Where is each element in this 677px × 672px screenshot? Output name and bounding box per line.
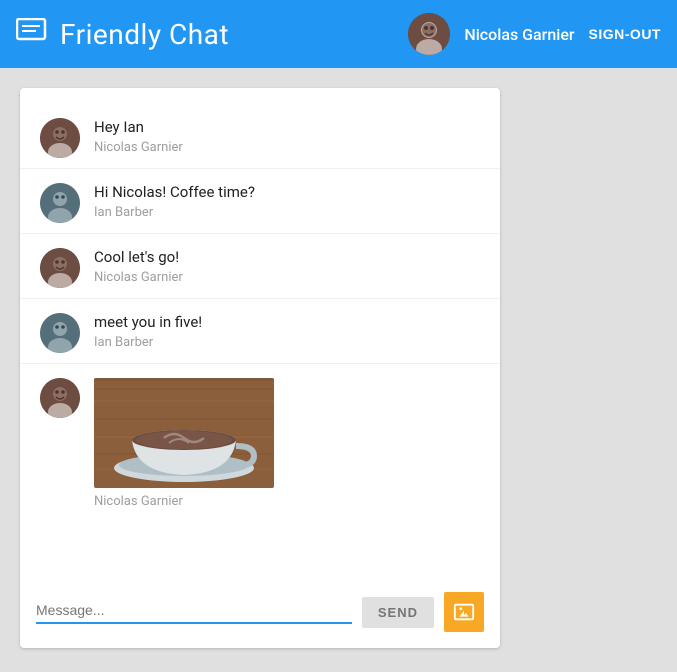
message-sender: Ian Barber (94, 335, 480, 350)
message-content: meet you in five! Ian Barber (94, 313, 480, 350)
message-item: meet you in five! Ian Barber (20, 299, 500, 364)
message-sender: Nicolas Garnier (94, 494, 480, 509)
message-content: Hey Ian Nicolas Garnier (94, 118, 480, 155)
message-input[interactable] (36, 600, 352, 624)
message-item: Cool let's go! Nicolas Garnier (20, 234, 500, 299)
message-avatar (40, 313, 80, 353)
user-name: Nicolas Garnier (464, 25, 574, 44)
app-title: Friendly Chat (60, 18, 229, 51)
sign-out-button[interactable]: SIGN-OUT (589, 26, 661, 42)
message-item: Hi Nicolas! Coffee time? Ian Barber (20, 169, 500, 234)
messages-list: Hey Ian Nicolas Garnier Hi Nicolas! Coffe… (20, 88, 500, 578)
main-content: Hey Ian Nicolas Garnier Hi Nicolas! Coffe… (0, 68, 677, 668)
header-left: Friendly Chat (16, 18, 229, 51)
message-content: Cool let's go! Nicolas Garnier (94, 248, 480, 285)
message-text: Cool let's go! (94, 248, 480, 266)
message-sender: Ian Barber (94, 205, 480, 220)
image-icon (453, 601, 475, 623)
send-button[interactable]: SEND (362, 597, 434, 628)
app-header: Friendly Chat Nicolas Garnier SIGN-OUT (0, 0, 677, 68)
avatar (408, 13, 450, 55)
input-row: SEND (36, 592, 484, 632)
header-right: Nicolas Garnier SIGN-OUT (408, 13, 661, 55)
message-item: Nicolas Garnier (20, 364, 500, 519)
message-avatar (40, 183, 80, 223)
message-sender: Nicolas Garnier (94, 140, 480, 155)
message-text: meet you in five! (94, 313, 480, 331)
image-upload-button[interactable] (444, 592, 484, 632)
message-text: Hey Ian (94, 118, 480, 136)
message-avatar (40, 118, 80, 158)
message-avatar (40, 248, 80, 288)
input-area: SEND (20, 578, 500, 648)
message-image (94, 378, 274, 488)
message-content: Nicolas Garnier (94, 378, 480, 509)
chat-card: Hey Ian Nicolas Garnier Hi Nicolas! Coffe… (20, 88, 500, 648)
message-sender: Nicolas Garnier (94, 270, 480, 285)
message-text: Hi Nicolas! Coffee time? (94, 183, 480, 201)
message-item: Hey Ian Nicolas Garnier (20, 104, 500, 169)
message-avatar (40, 378, 80, 418)
message-content: Hi Nicolas! Coffee time? Ian Barber (94, 183, 480, 220)
chat-icon (16, 18, 48, 51)
